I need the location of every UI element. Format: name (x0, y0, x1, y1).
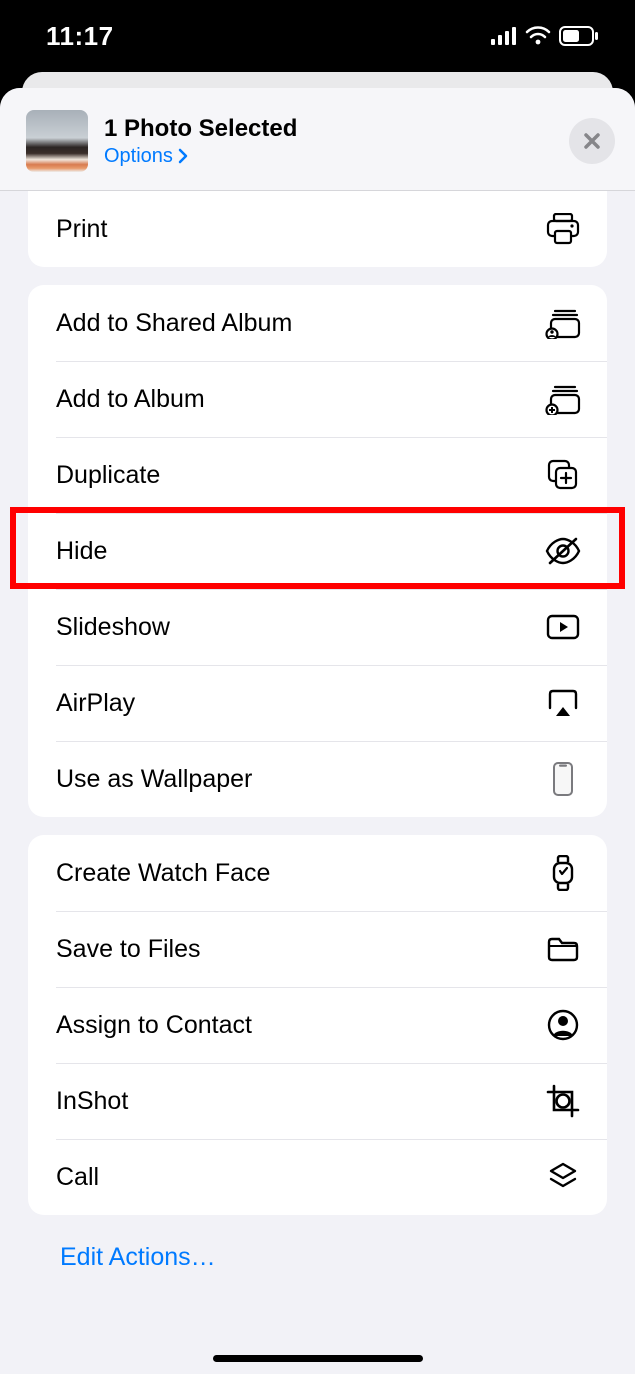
action-label: Use as Wallpaper (56, 765, 252, 794)
eye-slash-icon (543, 537, 583, 565)
action-label: Assign to Contact (56, 1011, 252, 1040)
sheet-header: 1 Photo Selected Options (0, 88, 635, 191)
status-bar: 11:17 (0, 0, 635, 72)
share-sheet: 1 Photo Selected Options Print (0, 88, 635, 1374)
action-label: Slideshow (56, 613, 170, 642)
action-label: Save to Files (56, 935, 201, 964)
home-indicator[interactable] (213, 1355, 423, 1362)
close-button[interactable] (569, 118, 615, 164)
watch-icon (543, 855, 583, 891)
inshot-icon (543, 1084, 583, 1118)
action-inshot[interactable]: InShot (28, 1063, 607, 1139)
layers-icon (543, 1161, 583, 1193)
shared-album-icon (543, 307, 583, 339)
wifi-icon (525, 26, 551, 46)
action-slideshow[interactable]: Slideshow (28, 589, 607, 665)
status-time: 11:17 (46, 21, 114, 52)
battery-icon (559, 26, 599, 46)
duplicate-icon (543, 459, 583, 491)
contact-icon (543, 1009, 583, 1041)
cellular-icon (491, 27, 517, 45)
action-label: InShot (56, 1087, 128, 1116)
printer-icon (543, 213, 583, 245)
photo-thumbnail[interactable] (26, 110, 88, 172)
selection-title: 1 Photo Selected (104, 115, 569, 143)
edit-actions-label: Edit Actions… (60, 1243, 216, 1271)
action-label: Add to Album (56, 385, 205, 414)
options-label: Options (104, 145, 173, 168)
action-wallpaper[interactable]: Use as Wallpaper (28, 741, 607, 817)
action-assign-contact[interactable]: Assign to Contact (28, 987, 607, 1063)
action-label: Create Watch Face (56, 859, 270, 888)
add-album-icon (543, 383, 583, 415)
action-group-3: Create Watch Face Save to Files Assign t… (28, 835, 607, 1215)
action-label: Hide (56, 537, 107, 566)
action-label: Add to Shared Album (56, 309, 292, 338)
action-group-2: Add to Shared Album Add to Album Duplica… (28, 285, 607, 817)
options-button[interactable]: Options (104, 145, 189, 168)
action-label: Print (56, 215, 107, 244)
close-icon (582, 131, 602, 151)
action-duplicate[interactable]: Duplicate (28, 437, 607, 513)
action-add-album[interactable]: Add to Album (28, 361, 607, 437)
action-hide[interactable]: Hide (28, 513, 607, 589)
action-group-1: Print (28, 191, 607, 267)
action-print[interactable]: Print (28, 191, 607, 267)
action-save-files[interactable]: Save to Files (28, 911, 607, 987)
action-airplay[interactable]: AirPlay (28, 665, 607, 741)
actions-content: Print Add to Shared Album Add to Album (0, 191, 635, 1367)
chevron-right-icon (177, 148, 189, 164)
status-icons-group (491, 26, 599, 46)
airplay-icon (543, 688, 583, 718)
action-add-shared-album[interactable]: Add to Shared Album (28, 285, 607, 361)
play-rect-icon (543, 614, 583, 640)
action-call[interactable]: Call (28, 1139, 607, 1215)
action-watch-face[interactable]: Create Watch Face (28, 835, 607, 911)
action-label: Call (56, 1163, 99, 1192)
phone-outline-icon (543, 761, 583, 797)
edit-actions-button[interactable]: Edit Actions… (28, 1215, 607, 1272)
folder-icon (543, 935, 583, 963)
action-label: AirPlay (56, 689, 135, 718)
action-label: Duplicate (56, 461, 160, 490)
